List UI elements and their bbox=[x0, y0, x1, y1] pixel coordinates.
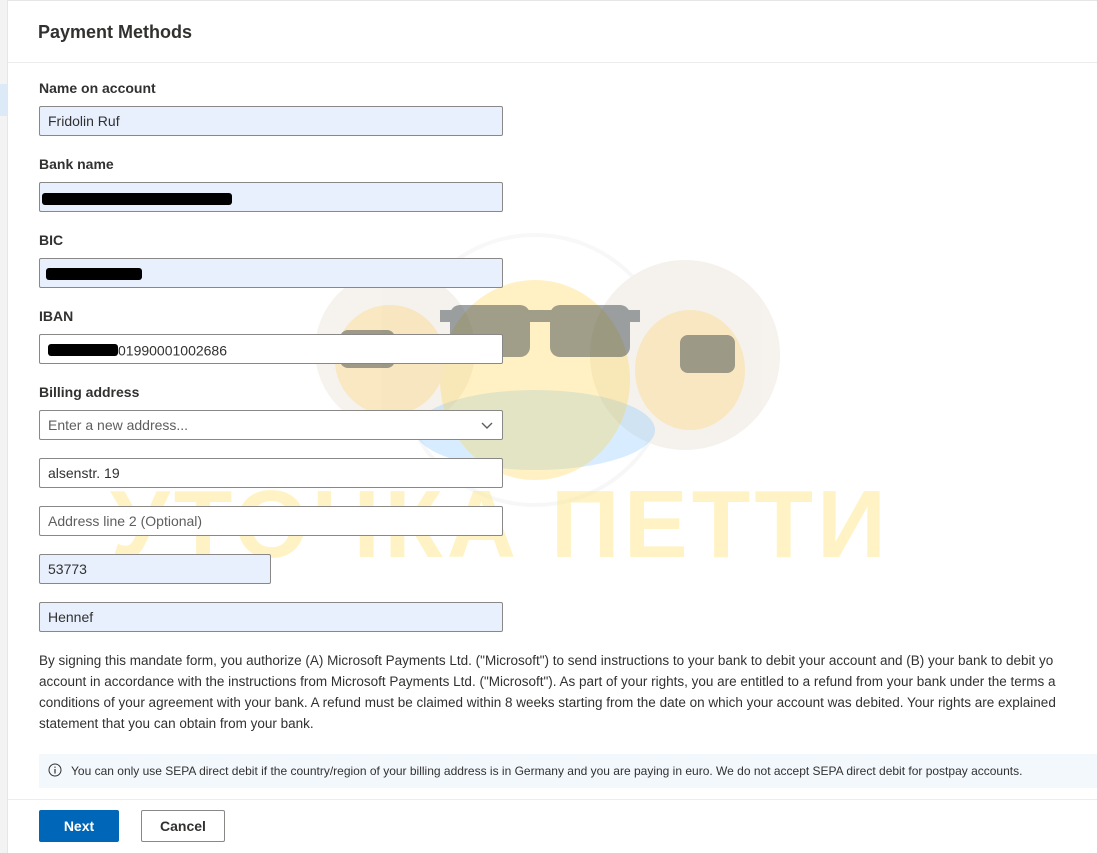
info-icon bbox=[48, 763, 62, 777]
page-header: Payment Methods bbox=[8, 0, 1097, 63]
page-title: Payment Methods bbox=[38, 22, 193, 42]
mandate-line: account in accordance with the instructi… bbox=[39, 674, 1056, 689]
address-search-placeholder: Enter a new address... bbox=[48, 417, 189, 433]
address-search-input[interactable]: Enter a new address... bbox=[39, 410, 503, 440]
iban-visible-digits: 01990001002686 bbox=[118, 342, 228, 359]
info-text: You can only use SEPA direct debit if th… bbox=[71, 764, 1023, 778]
bic-input[interactable] bbox=[39, 258, 503, 288]
city-input[interactable]: Hennef bbox=[39, 602, 503, 632]
mandate-line: conditions of your agreement with your b… bbox=[39, 695, 1056, 710]
sidebar-selected-marker bbox=[0, 84, 7, 116]
footer-divider bbox=[8, 799, 1097, 800]
bank-name-input[interactable] bbox=[39, 182, 503, 212]
cancel-button[interactable]: Cancel bbox=[141, 810, 225, 842]
postal-code-input[interactable]: 53773 bbox=[39, 554, 271, 584]
mandate-line: By signing this mandate form, you author… bbox=[39, 653, 1054, 668]
iban-input[interactable]: 01990001002686 bbox=[39, 334, 503, 364]
name-on-account-label: Name on account bbox=[39, 80, 156, 96]
address-line2-input[interactable]: Address line 2 (Optional) bbox=[39, 506, 503, 536]
mandate-line: statement that you can obtain from your … bbox=[39, 716, 314, 731]
name-on-account-input[interactable]: Fridolin Ruf bbox=[39, 106, 503, 136]
next-button[interactable]: Next bbox=[39, 810, 119, 842]
redaction-mark bbox=[48, 344, 118, 357]
bic-label: BIC bbox=[39, 232, 64, 248]
redaction-mark bbox=[42, 193, 232, 205]
bank-name-label: Bank name bbox=[39, 156, 114, 172]
billing-address-label: Billing address bbox=[39, 384, 140, 400]
address-line1-input[interactable]: alsenstr. 19 bbox=[39, 458, 503, 488]
chevron-down-icon[interactable] bbox=[480, 418, 494, 432]
redaction-mark bbox=[46, 268, 142, 280]
left-sidebar-strip bbox=[0, 0, 8, 853]
sepa-info-banner: You can only use SEPA direct debit if th… bbox=[39, 754, 1097, 788]
iban-label: IBAN bbox=[39, 308, 74, 324]
mandate-text: By signing this mandate form, you author… bbox=[39, 650, 1097, 734]
